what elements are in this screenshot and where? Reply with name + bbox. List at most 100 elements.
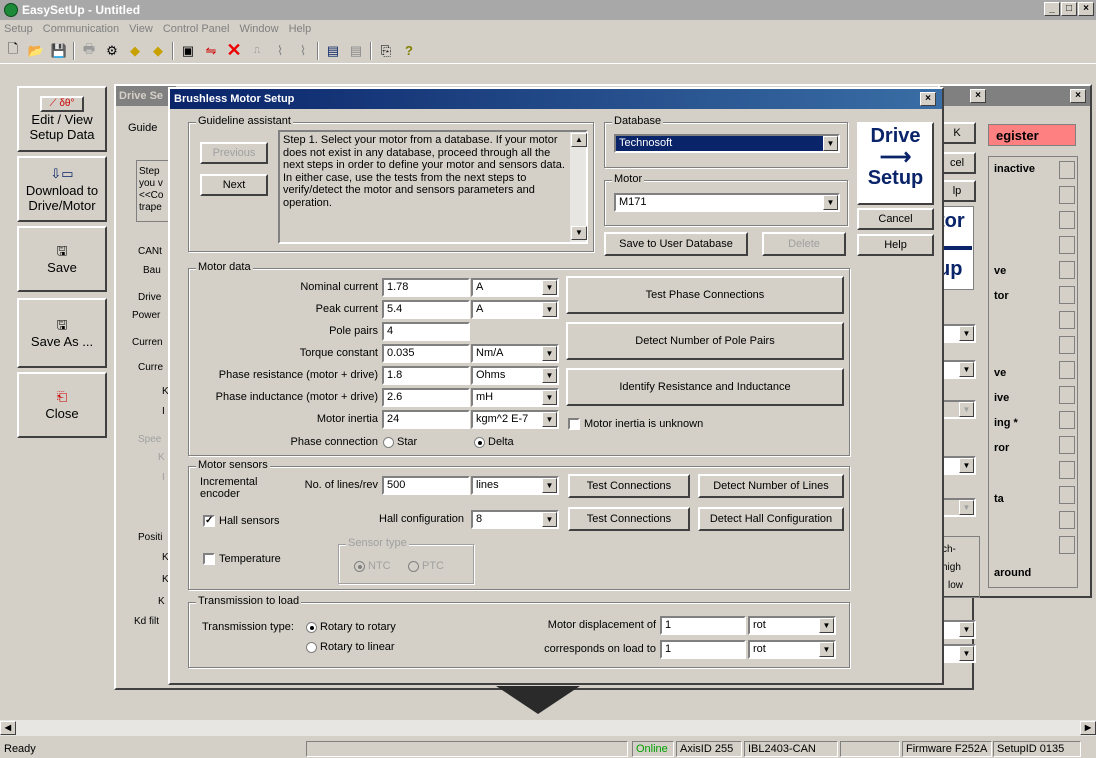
minimize-icon[interactable]: _ [1044, 2, 1060, 16]
lines-per-rev-field[interactable]: 500 [382, 476, 470, 495]
behind-combo[interactable]: ▼ [940, 644, 976, 663]
print-icon[interactable]: 🖶 [80, 41, 98, 60]
load-unit[interactable]: rot ▼ [748, 640, 836, 659]
nominal-current-field[interactable]: 1.78 [382, 278, 470, 297]
horizontal-scrollbar[interactable] [0, 720, 1096, 736]
motor-value: M171 [619, 196, 647, 208]
detect-hall-config-button[interactable]: Detect Hall Configuration [698, 507, 844, 531]
load-field[interactable]: 1 [660, 640, 746, 659]
motor-inertia-unknown-checkbox[interactable]: Motor inertia is unknown [568, 418, 703, 431]
save-as-button[interactable]: 🖫 Save As ... [17, 298, 107, 368]
phase-inductance-unit[interactable]: mH ▼ [471, 388, 559, 407]
motor-label: Motor [612, 173, 645, 185]
test-phase-connections-button[interactable]: Test Phase Connections [566, 276, 844, 314]
restore-icon[interactable]: □ [1061, 2, 1077, 16]
torque-constant-field[interactable]: 0.035 [382, 344, 470, 363]
new-icon[interactable]: 🗋 [4, 41, 22, 60]
delta-radio[interactable]: Delta [474, 436, 514, 448]
edit-setup-button[interactable]: ⟋ δθ° Edit / View Setup Data [17, 86, 107, 152]
detect-number-lines-button[interactable]: Detect Number of Lines [698, 474, 844, 498]
behind-combo[interactable]: ▼ [940, 400, 976, 419]
register-close-icon[interactable]: × [970, 89, 986, 103]
motor-select[interactable]: M171 ▼ [614, 193, 840, 212]
scroll-left-icon[interactable]: ◀ [0, 721, 16, 735]
motor-inertia-field[interactable]: 24 [382, 410, 470, 429]
behind-combo[interactable]: ▼ [940, 360, 976, 379]
torque-constant-unit[interactable]: Nm/A ▼ [471, 344, 559, 363]
comm-icon[interactable]: ⎘ [377, 42, 395, 60]
pole-pairs-field[interactable]: 4 [382, 322, 470, 341]
phase-resistance-unit[interactable]: Ohms ▼ [471, 366, 559, 385]
behind-combo[interactable]: ▼ [940, 456, 976, 475]
go2-icon[interactable]: ◆ [149, 42, 167, 60]
register-cell [1059, 186, 1075, 204]
motion1-icon[interactable]: ⌇ [271, 42, 289, 60]
motion2-icon[interactable]: ⌇ [294, 42, 312, 60]
ptc-radio[interactable]: PTC [408, 560, 444, 572]
menu-control-panel[interactable]: Control Panel [163, 23, 230, 35]
download-icon: ⇩▭ [50, 165, 74, 181]
dialog-close-icon[interactable]: × [920, 92, 936, 106]
radio-icon [306, 641, 317, 653]
menu-view[interactable]: View [129, 23, 153, 35]
save-user-database-button[interactable]: Save to User Database [604, 232, 748, 256]
menu-window[interactable]: Window [239, 23, 278, 35]
lines-unit-select[interactable]: lines ▼ [471, 476, 559, 495]
open-icon[interactable]: 📂 [27, 42, 45, 60]
temperature-checkbox[interactable]: Temperature [203, 553, 281, 566]
motor-displacement-field[interactable]: 1 [660, 616, 746, 635]
menu-help[interactable]: Help [289, 23, 312, 35]
database-select[interactable]: Technosoft ▼ [614, 134, 840, 153]
scroll-right-icon[interactable]: ▶ [1080, 721, 1096, 735]
ntc-radio[interactable]: NTC [354, 560, 391, 572]
go-icon[interactable]: ◆ [126, 42, 144, 60]
checkbox-icon [568, 418, 580, 431]
chart-icon[interactable]: ▣ [179, 42, 197, 60]
scroll-down-icon[interactable]: ▼ [571, 226, 587, 240]
motion-icon[interactable]: ⇋ [202, 42, 220, 60]
behind-combo[interactable]: ▼ [940, 620, 976, 639]
behind-combo[interactable]: ▼ [940, 324, 976, 343]
motor-inertia-unit[interactable]: kgm^2 E-7 ▼ [471, 410, 559, 429]
close-red-icon[interactable]: ✕ [225, 40, 243, 60]
hall-config-select[interactable]: 8 ▼ [471, 510, 559, 529]
menu-setup[interactable]: Setup [4, 23, 33, 35]
identify-resistance-inductance-button[interactable]: Identify Resistance and Inductance [566, 368, 844, 406]
scroll-up-icon[interactable]: ▲ [571, 133, 587, 147]
register-item: tor [994, 290, 1009, 302]
previous-button[interactable]: Previous [200, 142, 268, 164]
delete-button[interactable]: Delete [762, 232, 846, 256]
nominal-current-unit[interactable]: A ▼ [471, 278, 559, 297]
register-item: ta [994, 493, 1004, 505]
save-icon[interactable]: 💾 [50, 42, 68, 60]
register-title-bar [940, 86, 1090, 106]
close-button[interactable]: ⎗ Close [17, 372, 107, 438]
peak-current-unit[interactable]: A ▼ [471, 300, 559, 319]
close-icon[interactable]: × [1078, 2, 1094, 16]
next-button[interactable]: Next [200, 174, 268, 196]
phase-resistance-field[interactable]: 1.8 [382, 366, 470, 385]
test-connections-hall-button[interactable]: Test Connections [568, 507, 690, 531]
setup-icon[interactable]: ⚙ [103, 42, 121, 60]
download-button[interactable]: ⇩▭ Download to Drive/Motor [17, 156, 107, 222]
help-button[interactable]: Help [857, 234, 934, 256]
stop2-icon[interactable]: ▤ [347, 42, 365, 60]
help-icon[interactable]: ? [400, 42, 418, 60]
hall-sensors-checkbox[interactable]: ✓ Hall sensors [203, 515, 280, 528]
test-connections-encoder-button[interactable]: Test Connections [568, 474, 690, 498]
register-close-icon[interactable]: × [1070, 89, 1086, 103]
behind-combo[interactable]: ▼ [940, 498, 976, 517]
rotary-to-rotary-radio[interactable]: Rotary to rotary [306, 621, 396, 633]
cancel-button[interactable]: Cancel [857, 208, 934, 230]
start2-icon[interactable]: ▤ [324, 42, 342, 60]
detect-pole-pairs-button[interactable]: Detect Number of Pole Pairs [566, 322, 844, 360]
phase-inductance-field[interactable]: 2.6 [382, 388, 470, 407]
start-icon[interactable]: ⎍ [248, 42, 266, 60]
peak-current-field[interactable]: 5.4 [382, 300, 470, 319]
rotary-to-linear-radio[interactable]: Rotary to linear [306, 641, 395, 653]
star-radio[interactable]: Star [383, 436, 417, 448]
menu-communication[interactable]: Communication [43, 23, 119, 35]
motor-displacement-unit[interactable]: rot ▼ [748, 616, 836, 635]
register-cell [1059, 236, 1075, 254]
save-button[interactable]: 🖫 Save [17, 226, 107, 292]
